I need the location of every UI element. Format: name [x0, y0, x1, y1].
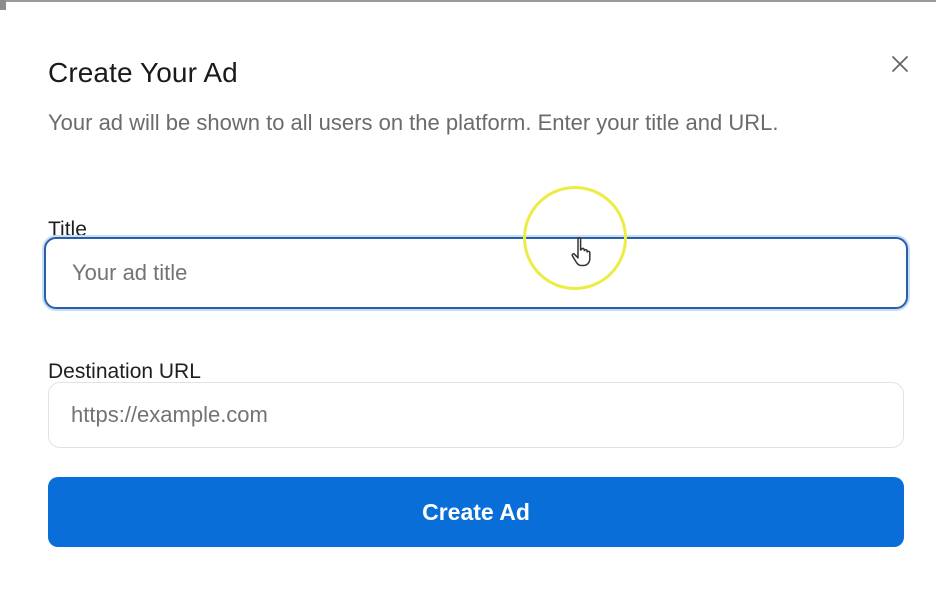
- dialog-description: Your ad will be shown to all users on th…: [48, 110, 779, 135]
- create-ad-button[interactable]: Create Ad: [48, 477, 904, 547]
- destination-url-input[interactable]: [48, 382, 904, 448]
- title-input[interactable]: [44, 237, 908, 309]
- close-button[interactable]: [886, 50, 914, 78]
- dialog-title: Create Your Ad: [48, 57, 238, 88]
- close-icon: [892, 56, 908, 72]
- destination-url-label: Destination URL: [48, 360, 201, 383]
- screen: Create Your Ad Your ad will be shown to …: [0, 0, 936, 598]
